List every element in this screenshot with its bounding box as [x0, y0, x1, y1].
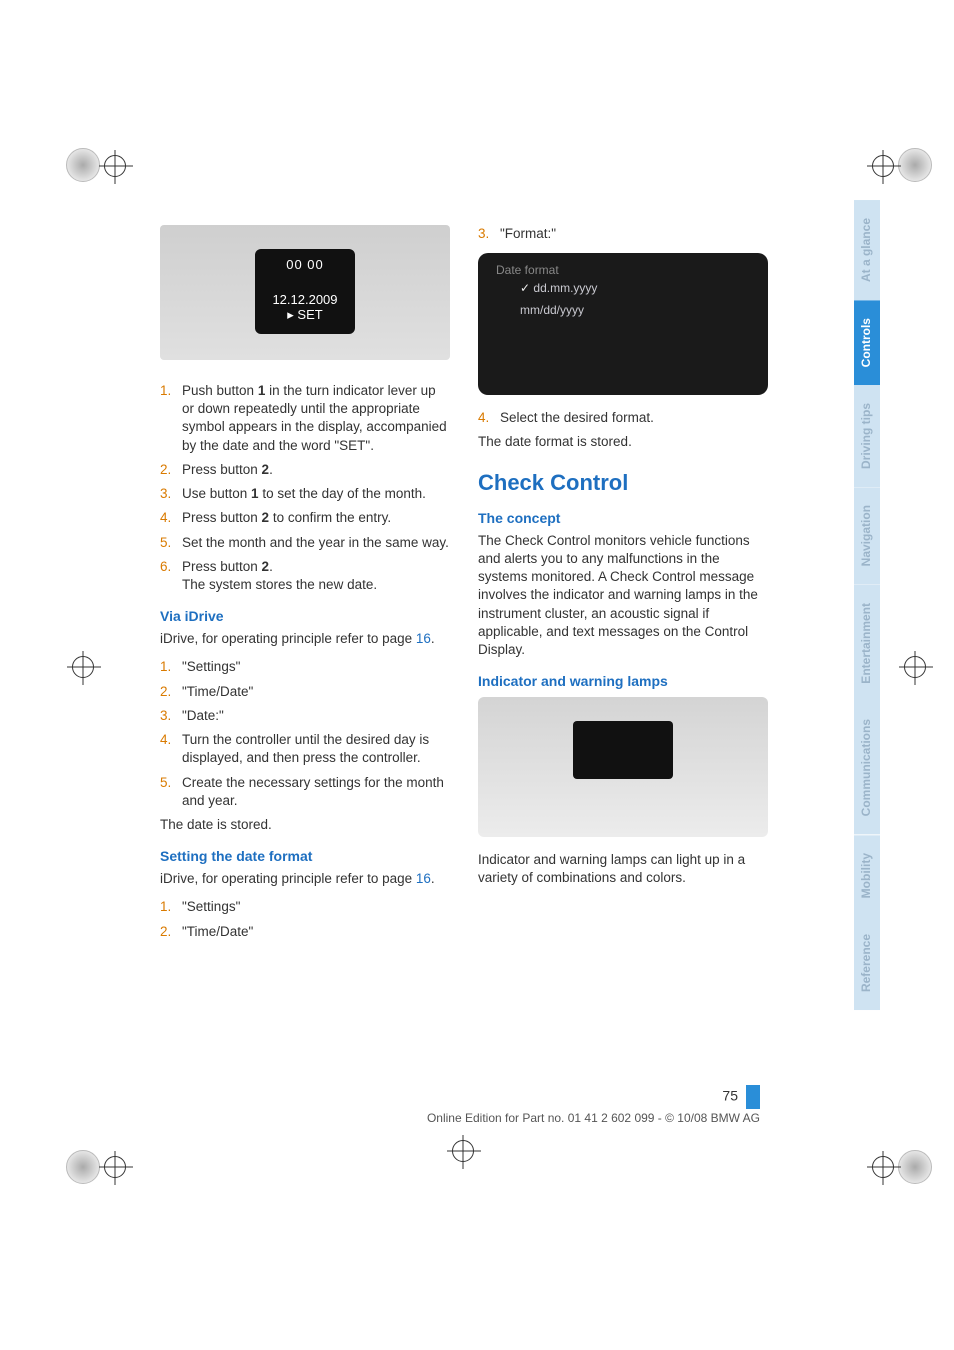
concept-body: The Check Control monitors vehicle funct…	[478, 532, 768, 660]
crop-corner	[66, 1150, 100, 1184]
heading-date-format: Setting the date format	[160, 848, 450, 864]
heading-indicator-lamps: Indicator and warning lamps	[478, 673, 768, 689]
crop-corner	[66, 148, 100, 182]
figure-date-format-screen: Date format dd.mm.yyyy mm/dd/yyyy	[478, 253, 768, 395]
page-link[interactable]: 16	[416, 631, 431, 646]
registration-mark	[104, 155, 126, 177]
footer-line: Online Edition for Part no. 01 41 2 602 …	[160, 1111, 760, 1125]
crop-corner	[898, 1150, 932, 1184]
page-number: 75	[722, 1088, 738, 1104]
tab-navigation[interactable]: Navigation	[854, 487, 880, 584]
steps-idrive-date: 1."Settings" 2."Time/Date" 3."Date:" 4.T…	[160, 658, 450, 810]
tab-at-a-glance[interactable]: At a glance	[854, 200, 880, 300]
steps-format-start: 1."Settings" 2."Time/Date"	[160, 898, 450, 940]
idrive-intro: iDrive, for operating principle refer to…	[160, 630, 450, 648]
date-stored: The date is stored.	[160, 816, 450, 834]
heading-concept: The concept	[478, 510, 768, 526]
page-number-bar-icon	[746, 1085, 760, 1109]
idrive-intro-2: iDrive, for operating principle refer to…	[160, 870, 450, 888]
registration-mark	[72, 656, 94, 678]
figure-format-option-selected: dd.mm.yyyy	[496, 277, 750, 299]
lamps-body: Indicator and warning lamps can light up…	[478, 851, 768, 887]
registration-mark	[452, 1140, 474, 1162]
figure-date: 12.12.2009	[255, 292, 355, 307]
tab-communications[interactable]: Communications	[854, 701, 880, 834]
tab-reference[interactable]: Reference	[854, 916, 880, 1010]
steps-format-end: 4.Select the desired format.	[478, 409, 768, 427]
registration-mark	[104, 1156, 126, 1178]
tab-mobility[interactable]: Mobility	[854, 835, 880, 916]
heading-check-control: Check Control	[478, 470, 768, 496]
tab-entertainment[interactable]: Entertainment	[854, 585, 880, 702]
left-column: 00 00 12.12.2009 ▸ SET 1.Push button 1 i…	[160, 225, 450, 947]
heading-via-idrive: Via iDrive	[160, 608, 450, 624]
registration-mark	[872, 1156, 894, 1178]
crop-corner	[898, 148, 932, 182]
figure-cluster-display: 00 00 12.12.2009 ▸ SET	[160, 225, 450, 360]
figure-set: ▸ SET	[255, 307, 355, 323]
figure-digits: 00 00	[255, 257, 355, 272]
right-column: 3."Format:" Date format dd.mm.yyyy mm/dd…	[478, 225, 768, 947]
figure-format-title: Date format	[496, 263, 750, 277]
tab-driving-tips[interactable]: Driving tips	[854, 385, 880, 487]
steps-set-date: 1.Push button 1 in the turn indicator le…	[160, 382, 450, 594]
side-tabs: At a glance Controls Driving tips Naviga…	[854, 200, 880, 1010]
registration-mark	[904, 656, 926, 678]
figure-instrument-cluster	[478, 697, 768, 837]
page-link[interactable]: 16	[416, 871, 431, 886]
steps-format-cont: 3."Format:"	[478, 225, 768, 243]
format-stored: The date format is stored.	[478, 433, 768, 451]
tab-controls[interactable]: Controls	[854, 300, 880, 385]
figure-format-option: mm/dd/yyyy	[496, 299, 750, 321]
registration-mark	[872, 155, 894, 177]
page-footer: 75 Online Edition for Part no. 01 41 2 6…	[160, 1085, 760, 1125]
